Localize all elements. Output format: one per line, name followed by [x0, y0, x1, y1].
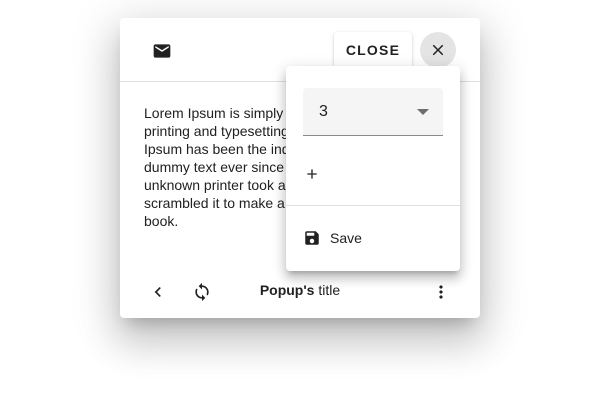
- add-button[interactable]: [298, 160, 326, 188]
- more-options-button[interactable]: [423, 274, 459, 310]
- menu-item-label: Save: [330, 230, 362, 246]
- dropdown-arrow-icon: [416, 108, 430, 116]
- menu-divider: [286, 205, 460, 206]
- mail-icon: [152, 41, 172, 61]
- select-value: 3: [319, 103, 328, 120]
- plus-icon: [304, 166, 320, 182]
- sync-button[interactable]: [184, 274, 220, 310]
- dialog-title: Popup's title: [250, 282, 350, 298]
- close-icon-button[interactable]: [420, 32, 456, 68]
- close-icon: [429, 41, 447, 59]
- save-icon: [303, 229, 321, 247]
- dialog-title-bold: Popup's: [259, 282, 315, 298]
- sync-icon: [192, 282, 212, 302]
- close-button[interactable]: CLOSE: [334, 32, 412, 68]
- quantity-select[interactable]: 3: [303, 88, 443, 136]
- dialog-title-rest: title: [314, 282, 341, 298]
- menu-item-save[interactable]: Save: [286, 218, 460, 258]
- more-vert-icon: [431, 282, 451, 302]
- chevron-left-icon: [148, 282, 168, 302]
- dropdown-menu: 3 Save: [286, 66, 460, 271]
- dialog-footer: Popup's title: [120, 272, 480, 318]
- back-button[interactable]: [140, 274, 176, 310]
